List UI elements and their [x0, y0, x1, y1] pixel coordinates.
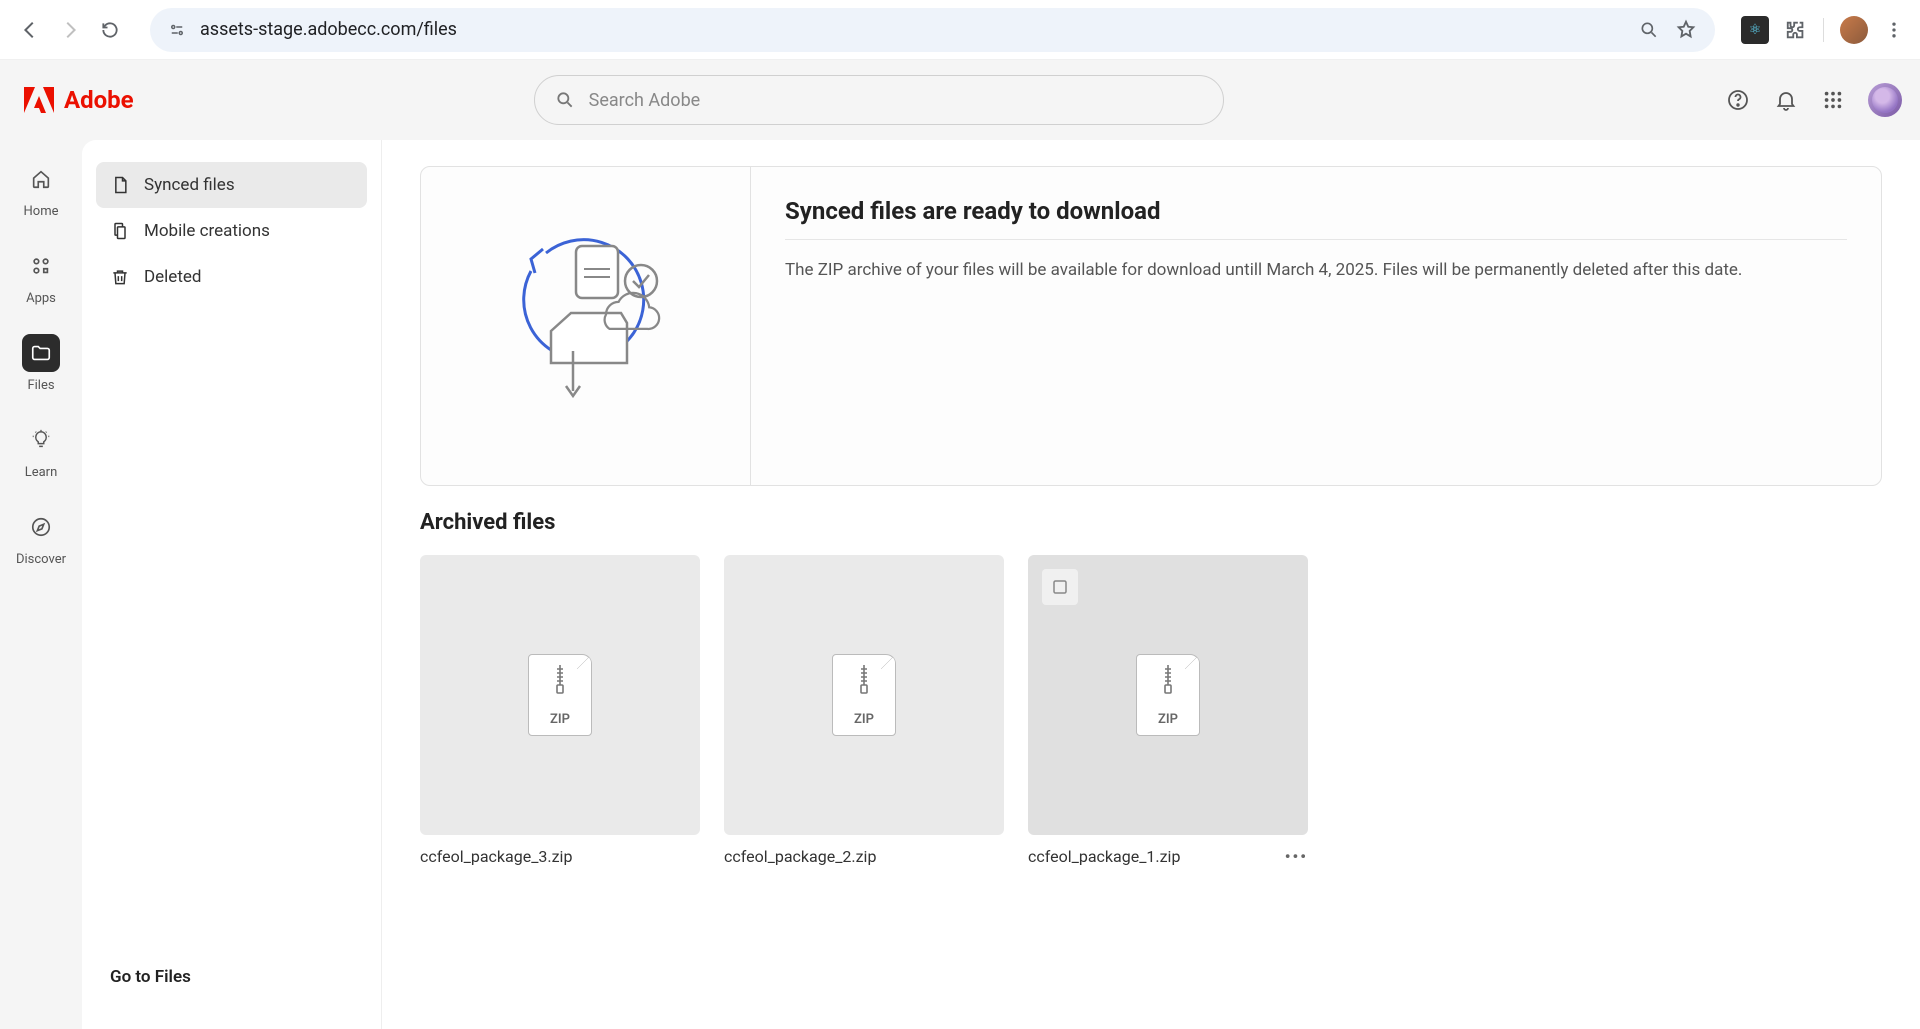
folder-icon — [22, 334, 60, 372]
info-banner: Synced files are ready to download The Z… — [420, 166, 1882, 486]
file-thumbnail[interactable]: ZIP — [1028, 555, 1308, 835]
sidenav-item-deleted[interactable]: Deleted — [96, 254, 367, 300]
adobe-logo-icon — [24, 87, 54, 113]
bookmark-star-icon[interactable] — [1675, 19, 1697, 41]
react-devtools-extension-icon[interactable]: ⚛ — [1741, 16, 1769, 44]
file-type-label: ZIP — [854, 712, 874, 727]
sidenav-label: Mobile creations — [144, 221, 270, 241]
banner-description: The ZIP archive of your files will be av… — [785, 258, 1847, 284]
file-icon — [110, 175, 130, 195]
zip-file-icon: ZIP — [1136, 654, 1200, 736]
search-box[interactable] — [534, 75, 1224, 125]
file-name: ccfeol_package_2.zip — [724, 847, 876, 866]
home-icon — [22, 160, 60, 198]
site-settings-icon[interactable] — [168, 21, 186, 39]
file-grid: ZIP ccfeol_package_3.zip ZIP — [420, 555, 1882, 866]
zoom-icon[interactable] — [1639, 20, 1659, 40]
mobile-creations-icon — [110, 221, 130, 241]
extensions-puzzle-icon[interactable] — [1785, 19, 1807, 41]
browser-url-text: assets-stage.adobecc.com/files — [200, 19, 457, 40]
rail-item-learn[interactable]: Learn — [22, 421, 60, 480]
file-card[interactable]: ZIP ccfeol_package_2.zip — [724, 555, 1004, 866]
notifications-bell-icon[interactable] — [1774, 88, 1798, 112]
file-thumbnail[interactable]: ZIP — [724, 555, 1004, 835]
browser-chrome: assets-stage.adobecc.com/files ⚛ — [0, 0, 1920, 60]
rail-label: Learn — [25, 465, 58, 480]
file-name: ccfeol_package_3.zip — [420, 847, 572, 866]
sidenav-label: Deleted — [144, 267, 201, 287]
rail-item-home[interactable]: Home — [22, 160, 60, 219]
divider — [1823, 18, 1824, 42]
app-switcher-grid-icon[interactable] — [1822, 89, 1844, 111]
rail-item-files[interactable]: Files — [22, 334, 60, 393]
rail-label: Discover — [16, 552, 66, 567]
file-thumbnail[interactable]: ZIP — [420, 555, 700, 835]
rail-label: Apps — [26, 291, 56, 306]
side-nav: Synced files Mobile creations Deleted Go… — [82, 140, 382, 1029]
section-title: Archived files — [420, 510, 1882, 535]
browser-forward-button[interactable] — [56, 16, 84, 44]
user-avatar[interactable] — [1868, 83, 1902, 117]
file-type-label: ZIP — [1158, 712, 1178, 727]
browser-profile-avatar[interactable] — [1840, 16, 1868, 44]
brand-name: Adobe — [64, 86, 134, 114]
browser-url-bar[interactable]: assets-stage.adobecc.com/files — [150, 8, 1715, 52]
file-card[interactable]: ZIP ccfeol_package_1.zip ••• — [1028, 555, 1308, 866]
app-header: Adobe — [0, 60, 1920, 140]
browser-reload-button[interactable] — [96, 16, 124, 44]
search-icon — [555, 90, 575, 110]
file-card[interactable]: ZIP ccfeol_package_3.zip — [420, 555, 700, 866]
select-checkbox[interactable] — [1042, 569, 1078, 605]
sidenav-item-synced[interactable]: Synced files — [96, 162, 367, 208]
rail-label: Home — [24, 204, 59, 219]
sidenav-label: Synced files — [144, 175, 235, 195]
browser-kebab-menu-icon[interactable] — [1884, 20, 1904, 40]
lightbulb-icon — [22, 421, 60, 459]
app-root: Adobe Home Apps F — [0, 60, 1920, 1029]
main-panel: Synced files Mobile creations Deleted Go… — [82, 140, 1920, 1029]
file-type-label: ZIP — [550, 712, 570, 727]
trash-icon — [110, 267, 130, 287]
browser-back-button[interactable] — [16, 16, 44, 44]
divider — [785, 239, 1847, 240]
sidenav-item-mobile[interactable]: Mobile creations — [96, 208, 367, 254]
rail-item-apps[interactable]: Apps — [22, 247, 60, 306]
banner-title: Synced files are ready to download — [785, 197, 1847, 225]
zip-file-icon: ZIP — [832, 654, 896, 736]
compass-icon — [22, 508, 60, 546]
file-name: ccfeol_package_1.zip — [1028, 847, 1180, 866]
content-area: Synced files are ready to download The Z… — [382, 140, 1920, 1029]
brand[interactable]: Adobe — [24, 86, 134, 114]
banner-illustration — [421, 167, 751, 485]
rail-item-discover[interactable]: Discover — [16, 508, 66, 567]
left-rail: Home Apps Files Learn Discover — [0, 140, 82, 1029]
apps-icon — [22, 247, 60, 285]
help-icon[interactable] — [1726, 88, 1750, 112]
more-actions-icon[interactable]: ••• — [1285, 847, 1308, 866]
rail-label: Files — [27, 378, 54, 393]
zip-file-icon: ZIP — [528, 654, 592, 736]
search-input[interactable] — [589, 90, 1203, 111]
go-to-files-link[interactable]: Go to Files — [96, 967, 367, 1007]
